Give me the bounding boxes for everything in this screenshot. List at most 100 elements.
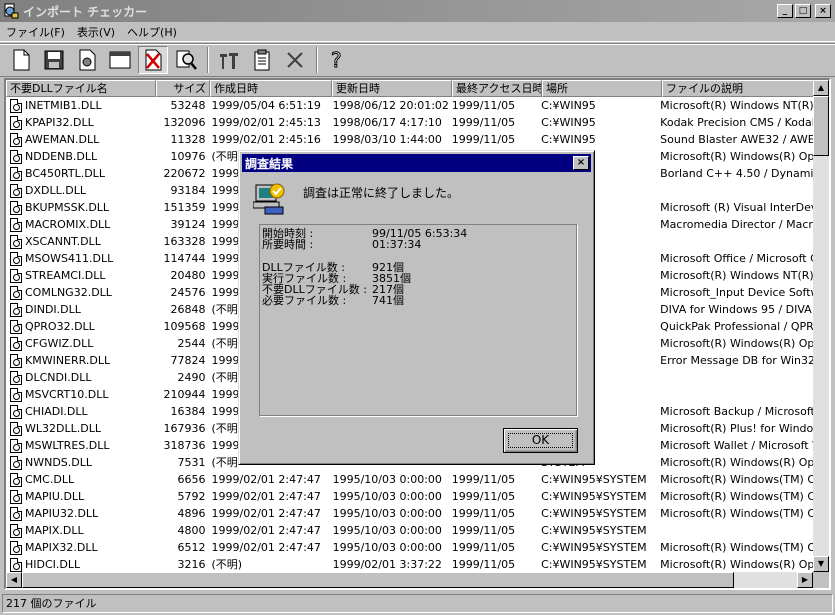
cell-file-size: 6512 — [177, 541, 206, 554]
cell-file-name: STREAMCI.DLL — [6, 267, 155, 284]
scroll-up-button[interactable]: ▲ — [813, 80, 829, 96]
unused-dll-icon[interactable] — [138, 46, 168, 74]
table-row[interactable]: HIDCI.DLL 3216 (不明) 1999/02/01 3:37:22 1999/… — [6, 556, 816, 573]
delete-icon[interactable] — [280, 46, 310, 74]
save-icon[interactable] — [39, 46, 69, 74]
file-name-text: MAPIU.DLL — [25, 490, 85, 503]
column-header-accessed[interactable]: 最終アクセス日時 — [452, 80, 542, 97]
dll-file-icon — [10, 132, 22, 147]
properties-icon[interactable] — [247, 46, 277, 74]
cell-file-size: 39124 — [170, 218, 206, 231]
cell-description: Microsoft Wallet / Microsoft V — [660, 439, 816, 452]
vertical-scroll-thumb[interactable] — [813, 96, 829, 156]
cell-file-size: 2490 — [177, 371, 206, 384]
dll-file-icon — [10, 98, 22, 113]
column-header-modified[interactable]: 更新日時 — [332, 80, 452, 97]
check-icon[interactable] — [72, 46, 102, 74]
window-icon[interactable] — [105, 46, 135, 74]
file-name-text: XSCANNT.DLL — [25, 235, 101, 248]
dialog-close-button[interactable]: × — [573, 156, 589, 170]
table-row[interactable]: MAPIX32.DLL 6512 1999/02/01 2:47:47 1995/10… — [6, 539, 816, 556]
cell-file-name: INETMIB1.DLL — [6, 97, 155, 114]
table-row[interactable]: MAPIU.DLL 5792 1999/02/01 2:47:47 1995/10/0… — [6, 488, 816, 505]
cell-file-name: WL32DLL.DLL — [6, 420, 155, 437]
scroll-down-button[interactable]: ▼ — [813, 556, 829, 572]
dll-file-icon — [10, 302, 22, 317]
cell-description: Microsoft(R) Windows(TM) Op — [660, 473, 816, 486]
cell-file-name: NDDENB.DLL — [6, 148, 155, 165]
cell-accessed: 1999/11/05 — [451, 558, 516, 571]
title-bar[interactable]: インポート チェッカー _ □ × — [0, 0, 835, 22]
cell-file-size: 5792 — [177, 490, 206, 503]
cell-file-size: 2544 — [177, 337, 206, 350]
cell-file-name: CHIADI.DLL — [6, 403, 155, 420]
list-header: 不要DLLファイル名 サイズ 作成日時 更新日時 最終アクセス日時 場所 ファイ… — [6, 80, 822, 97]
cell-description: Microsoft Office / Microsoft C — [660, 252, 816, 265]
cell-accessed: 1999/11/05 — [451, 133, 516, 146]
cell-modified: 1995/10/03 0:00:00 — [332, 490, 442, 503]
file-name-text: AWEMAN.DLL — [25, 133, 100, 146]
cell-file-name: MSWLTRES.DLL — [6, 437, 155, 454]
file-name-text: STREAMCI.DLL — [25, 269, 106, 282]
stat-label: 必要ファイル数 : — [262, 294, 347, 307]
scroll-right-button[interactable]: ▶ — [797, 572, 813, 588]
cell-description: Microsoft(R) Windows NT(R) — [660, 99, 814, 112]
cell-file-name: COMLNG32.DLL — [6, 284, 155, 301]
dialog-title-bar[interactable]: 調査結果 × — [242, 154, 591, 172]
dll-file-icon — [10, 149, 22, 164]
maximize-button[interactable]: □ — [795, 4, 811, 18]
column-header-size[interactable]: サイズ — [156, 80, 210, 97]
file-name-text: DINDI.DLL — [25, 303, 81, 316]
cell-description: Microsoft_Input Device Softw — [660, 286, 816, 299]
cell-description — [657, 233, 816, 250]
cell-location: C:¥WIN95¥SYSTEM — [541, 524, 647, 537]
dll-file-icon — [10, 540, 22, 555]
table-row[interactable]: MAPIX.DLL 4800 1999/02/01 2:47:47 1995/10/0… — [6, 522, 816, 539]
table-row[interactable]: KPAPI32.DLL 132096 1999/02/01 2:45:13 1998/… — [6, 114, 816, 131]
table-row[interactable]: AWEMAN.DLL 11328 1999/02/01 2:45:16 1998/03… — [6, 131, 816, 148]
ok-button[interactable]: OK — [503, 428, 578, 453]
horizontal-scroll-thumb[interactable] — [22, 572, 734, 588]
focus-rect — [508, 433, 573, 448]
table-row[interactable]: CMC.DLL 6656 1999/02/01 2:47:47 1995/10/03 … — [6, 471, 816, 488]
dll-file-icon — [10, 438, 22, 453]
column-header-location[interactable]: 場所 — [542, 80, 662, 97]
toolbar-separator — [207, 47, 209, 73]
help-icon[interactable]: ? — [323, 46, 353, 74]
horizontal-scrollbar[interactable]: ◀ ▶ — [6, 572, 813, 588]
cell-modified: 1998/03/10 1:44:00 — [332, 133, 442, 146]
search-icon[interactable] — [171, 46, 201, 74]
cell-description: Kodak Precision CMS / Kodak — [660, 116, 816, 129]
minimize-button[interactable]: _ — [777, 4, 793, 18]
dll-file-icon — [10, 336, 22, 351]
cell-accessed: 1999/11/05 — [451, 507, 516, 520]
column-header-created[interactable]: 作成日時 — [210, 80, 332, 97]
cell-file-size: 3216 — [177, 558, 206, 571]
dialog-title: 調査結果 — [245, 156, 294, 171]
table-row[interactable]: INETMIB1.DLL 53248 1999/05/04 6:51:19 1998/… — [6, 97, 816, 114]
cell-description: QuickPak Professional / QPR — [660, 320, 814, 333]
cell-file-name: BC450RTL.DLL — [6, 165, 155, 182]
scroll-left-button[interactable]: ◀ — [6, 572, 22, 588]
dll-file-icon — [10, 183, 22, 198]
table-row[interactable]: MAPIU32.DLL 4896 1999/02/01 2:47:47 1995/10… — [6, 505, 816, 522]
cell-accessed: 1999/11/05 — [451, 116, 516, 129]
cell-created: 1999/02/01 2:45:16 — [211, 133, 321, 146]
cell-description: Microsoft(R) Windows(TM) Op — [660, 490, 816, 503]
cell-created: 1999/02/01 2:47:47 — [211, 541, 321, 554]
menu-help[interactable]: ヘルプ(H) — [121, 24, 183, 40]
vertical-scrollbar[interactable]: ▲ ▼ — [813, 80, 829, 572]
menu-file[interactable]: ファイル(F) — [0, 24, 71, 40]
menu-view[interactable]: 表示(V) — [71, 24, 121, 40]
tool-icon[interactable] — [214, 46, 244, 74]
dll-file-icon — [10, 472, 22, 487]
close-button[interactable]: × — [815, 4, 831, 18]
dll-file-icon — [10, 166, 22, 181]
column-header-name[interactable]: 不要DLLファイル名 — [6, 80, 156, 97]
new-icon[interactable] — [6, 46, 36, 74]
cell-file-name: QPRO32.DLL — [6, 318, 155, 335]
stat-label: 所要時間 : — [262, 238, 314, 251]
file-name-text: COMLNG32.DLL — [25, 286, 112, 299]
column-header-description[interactable]: ファイルの説明 — [662, 80, 822, 97]
cell-description: Sound Blaster AWE32 / AWE — [660, 133, 815, 146]
